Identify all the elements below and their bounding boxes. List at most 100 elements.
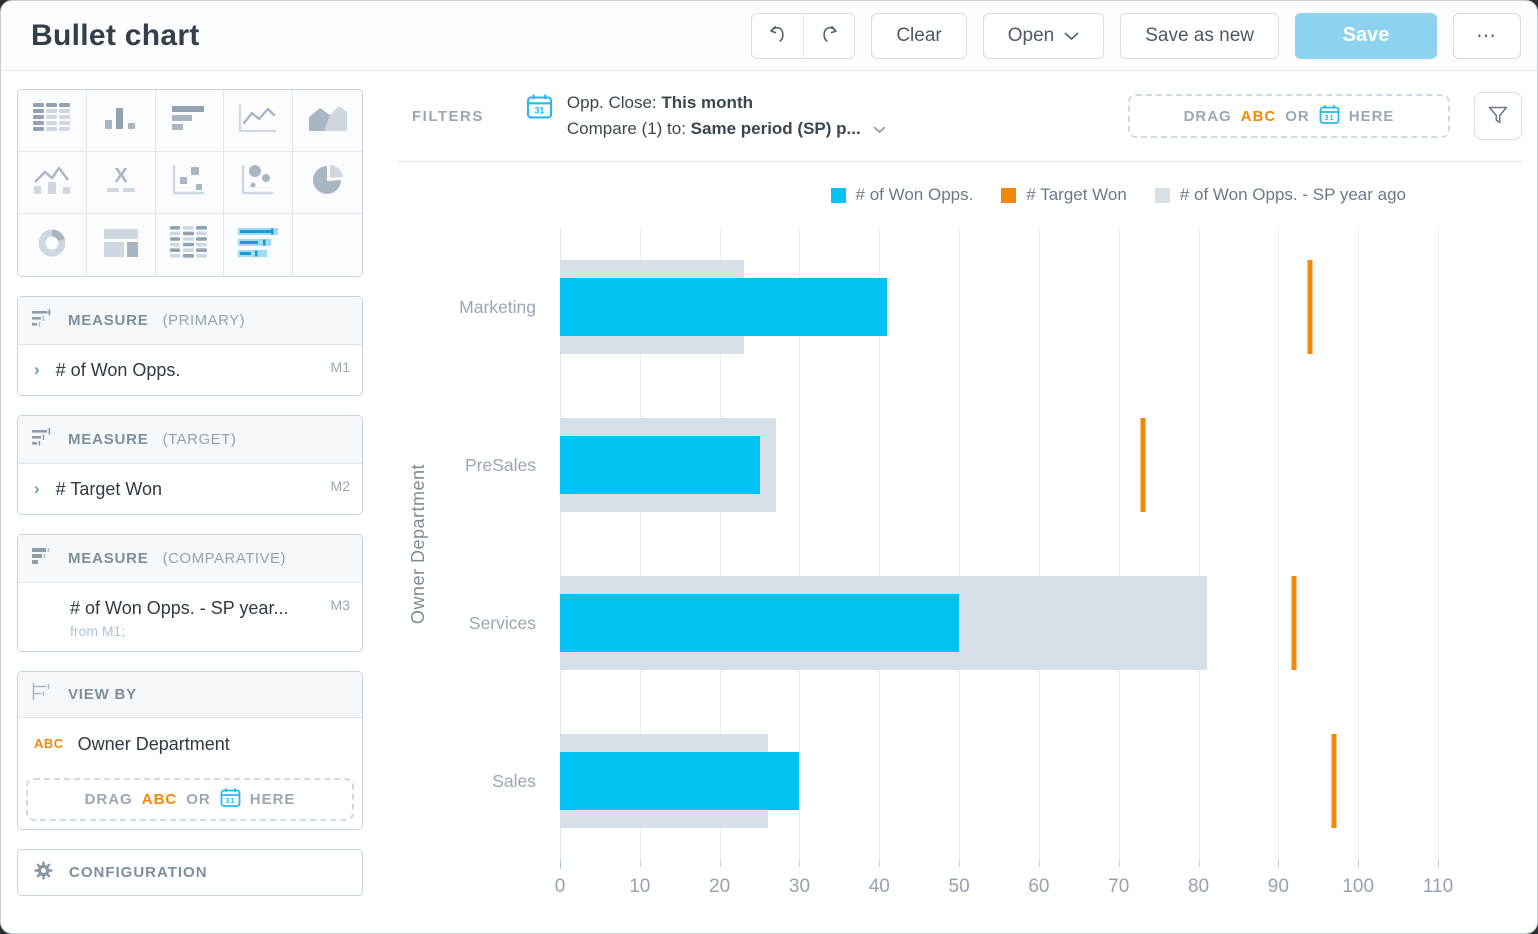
chevron-down-icon	[873, 119, 886, 138]
save-button[interactable]: Save	[1295, 13, 1437, 59]
primary-bar[interactable]	[560, 594, 959, 652]
chart-type-crosstab[interactable]: X	[87, 152, 156, 214]
chart-type-area-chart[interactable]	[293, 90, 362, 152]
measure-comparative-panel: MEASURE (COMPARATIVE) # of Won Opps. - S…	[17, 534, 363, 652]
more-options-button[interactable]: ⋯	[1453, 13, 1521, 59]
filter-line2-value: Same period (SP) p...	[691, 119, 861, 138]
chart-type-combo-chart[interactable]	[18, 152, 87, 214]
x-tick-mark	[1039, 860, 1040, 867]
save-as-new-button[interactable]: Save as new	[1120, 13, 1279, 59]
calendar-icon: 31	[526, 93, 553, 125]
view-by-field-value: Owner Department	[78, 732, 230, 756]
redo-icon	[817, 22, 841, 49]
filter-line1-value: This month	[661, 93, 753, 112]
configuration-button[interactable]: CONFIGURATION	[17, 849, 363, 896]
filters-drop-zone[interactable]: DRAG ABC OR 31 HERE	[1128, 94, 1450, 138]
view-by-field-row[interactable]: ABC Owner Department	[18, 718, 362, 770]
measure-comparative-row[interactable]: # of Won Opps. - SP year... M3 from M1;	[18, 583, 362, 651]
measure-primary-badge: M1	[331, 358, 350, 376]
target-tick[interactable]	[1292, 576, 1297, 671]
chart-type-donut-chart[interactable]	[18, 214, 87, 276]
x-tick-mark	[879, 860, 880, 867]
chart-type-pie-chart[interactable]	[293, 152, 362, 214]
measure-comparative-badge: M3	[331, 596, 350, 614]
x-tick-label: 60	[1028, 876, 1049, 898]
chart-type-dashboard-layout[interactable]	[87, 214, 156, 276]
view-by-drop-zone[interactable]: DRAG ABC OR 31 HERE	[26, 778, 354, 821]
abc-type-icon: ABC	[34, 732, 64, 756]
primary-bar[interactable]	[560, 278, 887, 336]
view-by-title: VIEW BY	[68, 686, 137, 703]
measure-primary-row[interactable]: › # of Won Opps. M1	[18, 345, 362, 395]
chart-legend: # of Won Opps. # Target Won # of Won Opps.…	[398, 162, 1522, 228]
line-chart-icon	[238, 103, 278, 138]
expand-chevron-icon[interactable]: ›	[34, 477, 40, 501]
target-tick[interactable]	[1308, 260, 1313, 355]
drag-hint-text: DRAG	[85, 791, 133, 808]
x-tick-label: 20	[709, 876, 730, 898]
svg-text:X: X	[114, 165, 128, 187]
abc-type-icon: ABC	[142, 791, 178, 808]
category-axis: MarketingPreSalesServicesSales	[438, 228, 560, 904]
chart-type-bar-chart[interactable]	[156, 90, 225, 152]
legend-item[interactable]: # of Won Opps.	[831, 185, 974, 205]
measure-primary-subtitle: (PRIMARY)	[163, 312, 246, 329]
bullet-row-sales	[560, 702, 1438, 860]
filters-bar: FILTERS 31 Opp. Close: This month Compar…	[398, 71, 1522, 162]
legend-item[interactable]: # Target Won	[1001, 185, 1127, 205]
category-label: Sales	[438, 702, 560, 860]
clear-button[interactable]: Clear	[871, 13, 966, 59]
primary-bar[interactable]	[560, 436, 760, 494]
target-tick[interactable]	[1140, 418, 1145, 513]
redo-button[interactable]	[803, 14, 854, 58]
chart-type-scatter-plot[interactable]	[156, 152, 225, 214]
measure-primary-header: MEASURE (PRIMARY)	[18, 297, 362, 345]
undo-button[interactable]	[752, 14, 803, 58]
expand-chevron-icon[interactable]: ›	[34, 358, 40, 382]
filter-funnel-button[interactable]	[1474, 92, 1522, 140]
configuration-label: CONFIGURATION	[69, 864, 208, 881]
x-tick-mark	[640, 860, 641, 867]
gridline	[1438, 228, 1439, 860]
save-as-new-label: Save as new	[1145, 25, 1254, 47]
open-button[interactable]: Open	[983, 13, 1104, 59]
drag-hint-or: OR	[186, 791, 211, 808]
chart-type-pivot-table[interactable]	[156, 214, 225, 276]
filter-line2-prefix: Compare (1) to:	[567, 119, 691, 138]
scatter-plot-icon	[171, 164, 207, 201]
target-tick[interactable]	[1332, 734, 1337, 829]
chart-type-column-chart[interactable]	[87, 90, 156, 152]
chart-type-bubble-chart[interactable]	[224, 152, 293, 214]
bullet-chart-icon	[238, 226, 278, 265]
gear-icon	[32, 859, 55, 886]
view-by-icon	[32, 683, 54, 706]
abc-type-icon: ABC	[1241, 108, 1277, 125]
top-toolbar: Bullet chart	[1, 1, 1537, 71]
legend-label: # of Won Opps.	[856, 185, 974, 205]
bullet-measure-target-icon	[32, 428, 54, 451]
svg-text:31: 31	[534, 106, 544, 116]
x-tick-label: 0	[555, 876, 566, 898]
primary-bar[interactable]	[560, 752, 799, 810]
measure-comparative-value: # of Won Opps. - SP year...	[70, 596, 288, 620]
bullet-chart: # of Won Opps. # Target Won # of Won Opps.…	[398, 162, 1522, 933]
measure-comparative-subtitle: (COMPARATIVE)	[163, 550, 286, 567]
chart-type-data-table[interactable]	[18, 90, 87, 152]
chart-type-line-chart[interactable]	[224, 90, 293, 152]
bullet-row-presales	[560, 386, 1438, 544]
sidebar: X MEASURE (PRIMARY) › # of Won Opps. M1	[17, 89, 363, 933]
category-label: Services	[438, 544, 560, 702]
toolbar-actions: Clear Open Save as new Save ⋯	[751, 13, 1521, 59]
undo-redo-group	[751, 13, 855, 59]
chart-type-bullet-chart[interactable]	[224, 214, 293, 276]
crosstab-icon: X	[104, 164, 138, 201]
date-filter-chip[interactable]: 31 Opp. Close: This month Compare (1) to…	[526, 90, 887, 142]
drag-hint-here: HERE	[250, 791, 296, 808]
x-tick-label: 110	[1423, 876, 1453, 898]
undo-icon	[766, 22, 790, 49]
legend-item[interactable]: # of Won Opps. - SP year ago	[1155, 185, 1406, 205]
column-chart-icon	[104, 103, 138, 138]
measure-target-row[interactable]: › # Target Won M2	[18, 464, 362, 514]
funnel-icon	[1486, 103, 1510, 130]
x-tick-label: 100	[1342, 876, 1374, 898]
